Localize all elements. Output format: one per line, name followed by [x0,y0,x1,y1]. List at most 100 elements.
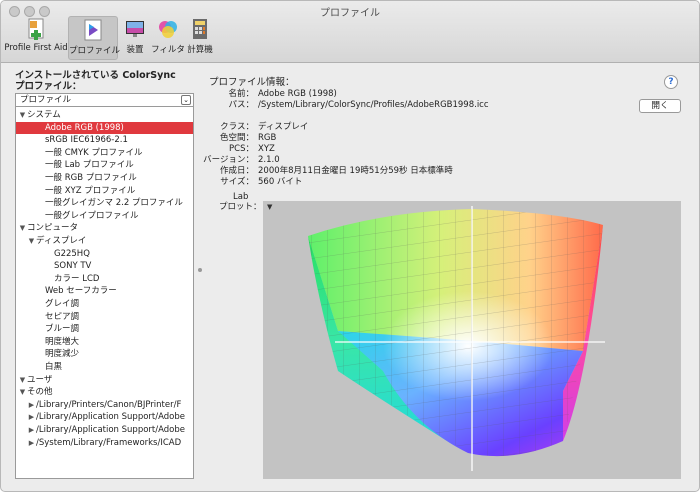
tree-row-label: 一般 RGB プロファイル [45,173,137,183]
filter-icon [159,21,177,38]
tree-row[interactable]: 白黒 [16,361,193,374]
tree-row-label: 一般 CMYK プロファイル [45,147,143,158]
profile-info-heading: プロファイル情報： [209,77,295,88]
tree-row-label: 白黒 [45,362,63,372]
tree-row[interactable]: 明度減少 [16,348,193,361]
tree-row[interactable]: ▶/System/Library/Frameworks/ICAD [16,437,193,450]
tree-row-label: システム [27,110,61,120]
disclosure-open-icon[interactable]: ▼ [18,374,27,387]
toolbar-devices[interactable]: 装置 [120,16,150,60]
info-field-value: 2.1.0 [258,155,280,165]
tree-row-label: 明度増大 [45,336,80,347]
tree-row[interactable]: ▶/Library/Printers/Canon/BJPrinter/F [16,399,193,412]
tree-row-label: ユーザ [27,374,53,385]
help-button[interactable]: ? [664,75,678,89]
tree-row-label: 一般 Lab プロファイル [45,160,134,171]
tree-row-label: SONY TV [54,261,92,272]
tree-row-label: セピア調 [45,311,80,322]
tree-row-label: その他 [27,387,53,398]
toolbar-calculator[interactable]: 計算機 [186,16,214,60]
tree-row-label: ブルー調 [45,324,80,335]
tree-row-label: グレイ調 [45,299,80,309]
info-field-key: PCS： [229,144,254,154]
tree-row[interactable]: 一般 CMYK プロファイル [16,147,193,160]
tree-row[interactable]: 一般 XYZ プロファイル [16,185,193,198]
plot-menu-arrow-icon[interactable]: ▼ [267,203,272,211]
tree-row-label: /Library/Printers/Canon/BJPrinter/F [36,399,182,410]
tree-row-label: G225HQ [54,248,90,259]
tree-row[interactable]: ▶/Library/Application Support/Adobe [16,424,193,437]
tree-row-label: /Library/Application Support/Adobe [36,412,185,423]
info-field-value: RGB [258,133,277,143]
colorsync-window: プロファイル Profile First Aid プロファイル 装置 フィルタ … [0,0,700,492]
tree-row[interactable]: グレイ調 [16,298,193,311]
toolbar-filters[interactable]: フィルタ [151,16,185,60]
tree-row-label: 一般グレイプロファイル [45,210,139,221]
info-field-value: 2000年8月11日金曜日 19時51分59秒 日本標準時 [258,166,453,176]
tree-row[interactable]: 一般 Lab プロファイル [16,159,193,172]
info-field-value: ディスプレイ [258,122,309,132]
profile-view-select[interactable]: プロファイル ⌄ [15,93,194,107]
open-button[interactable]: 開く [639,99,681,113]
info-field-key: 色空間： [219,133,254,143]
tree-row-label: /System/Library/Frameworks/ICAD [36,437,182,448]
tree-row[interactable]: 一般 RGB プロファイル [16,172,193,185]
disclosure-open-icon[interactable]: ▼ [18,222,27,235]
tree-row[interactable]: Web セーフカラー [16,285,193,298]
gamut-3d-plot [308,206,605,471]
tree-row-label: /Library/Application Support/Adobe [36,425,185,435]
lab-plot[interactable] [263,201,681,479]
info-field-key: 作成日： [219,166,254,176]
tree-row[interactable]: ブルー調 [16,323,193,336]
disclosure-open-icon[interactable]: ▼ [18,109,27,122]
tree-row-label: Web セーフカラー [45,286,117,297]
info-field-key: サイズ： [220,177,254,187]
profile-view-select-value: プロファイル [20,95,72,105]
info-field-value: Adobe RGB (1998) [258,89,337,99]
tree-row[interactable]: セピア調 [16,311,193,324]
tree-row[interactable]: G225HQ [16,248,193,261]
toolbar-profile-first-aid[interactable]: Profile First Aid [4,16,68,60]
disclosure-closed-icon[interactable]: ▶ [27,424,36,437]
tree-row-label: 一般 XYZ プロファイル [45,185,136,196]
calculator-icon [193,19,207,39]
profile-icon [84,19,102,41]
first-aid-icon [28,18,44,40]
tree-row[interactable]: 一般グレイプロファイル [16,210,193,223]
info-field-key: パス： [228,100,254,110]
tree-row[interactable]: ▶/Library/Application Support/Adobe [16,411,193,424]
display-icon [126,21,144,37]
toolbar-profile[interactable]: プロファイル [68,16,120,60]
info-field-value: XYZ [258,144,275,154]
info-field-value: /System/Library/ColorSync/Profiles/Adobe… [258,100,489,110]
split-view-handle[interactable] [198,268,202,272]
disclosure-closed-icon[interactable]: ▶ [27,399,36,412]
tree-row[interactable]: ▼ システム [16,109,193,122]
tree-row-label: カラー LCD [54,273,100,284]
info-field-key: クラス： [220,122,254,132]
tree-row-label: sRGB IEC61966-2.1 [45,135,128,146]
tree-row[interactable]: sRGB IEC61966-2.1 [16,134,193,147]
disclosure-open-icon[interactable]: ▼ [27,235,36,248]
chevron-down-icon: ⌄ [181,95,191,105]
tree-row[interactable]: SONY TV [16,260,193,273]
tree-row-label: 明度減少 [45,349,80,360]
installed-profiles-heading: インストールされている ColorSync プロファイル： [15,70,176,92]
info-field-key: バージョン： [203,155,254,165]
tree-row[interactable]: 明度増大 [16,336,193,349]
tree-row[interactable]: カラー LCD [16,273,193,286]
tree-row-label: ディスプレイ [36,236,87,246]
tree-row-label: Adobe RGB (1998) [45,122,124,133]
info-field-value: 560 バイト [258,177,303,187]
info-field-key: 名前： [228,89,254,99]
tree-row[interactable]: ▼ ディスプレイ [16,235,193,248]
tree-row[interactable]: 一般グレイガンマ 2.2 プロファイル [16,197,193,210]
disclosure-closed-icon[interactable]: ▶ [27,437,36,450]
tree-row[interactable]: Adobe RGB (1998) [16,121,193,135]
tree-row[interactable]: ▼ コンピュータ [16,222,193,235]
profile-tree[interactable]: ▼ システム Adobe RGB (1998) sRGB IEC61966-2.1 一般… [15,107,194,479]
tree-row[interactable]: ▼ その他 [16,386,193,399]
disclosure-open-icon[interactable]: ▼ [18,386,27,399]
tree-row[interactable]: ▼ ユーザ [16,374,193,387]
disclosure-closed-icon[interactable]: ▶ [27,411,36,424]
